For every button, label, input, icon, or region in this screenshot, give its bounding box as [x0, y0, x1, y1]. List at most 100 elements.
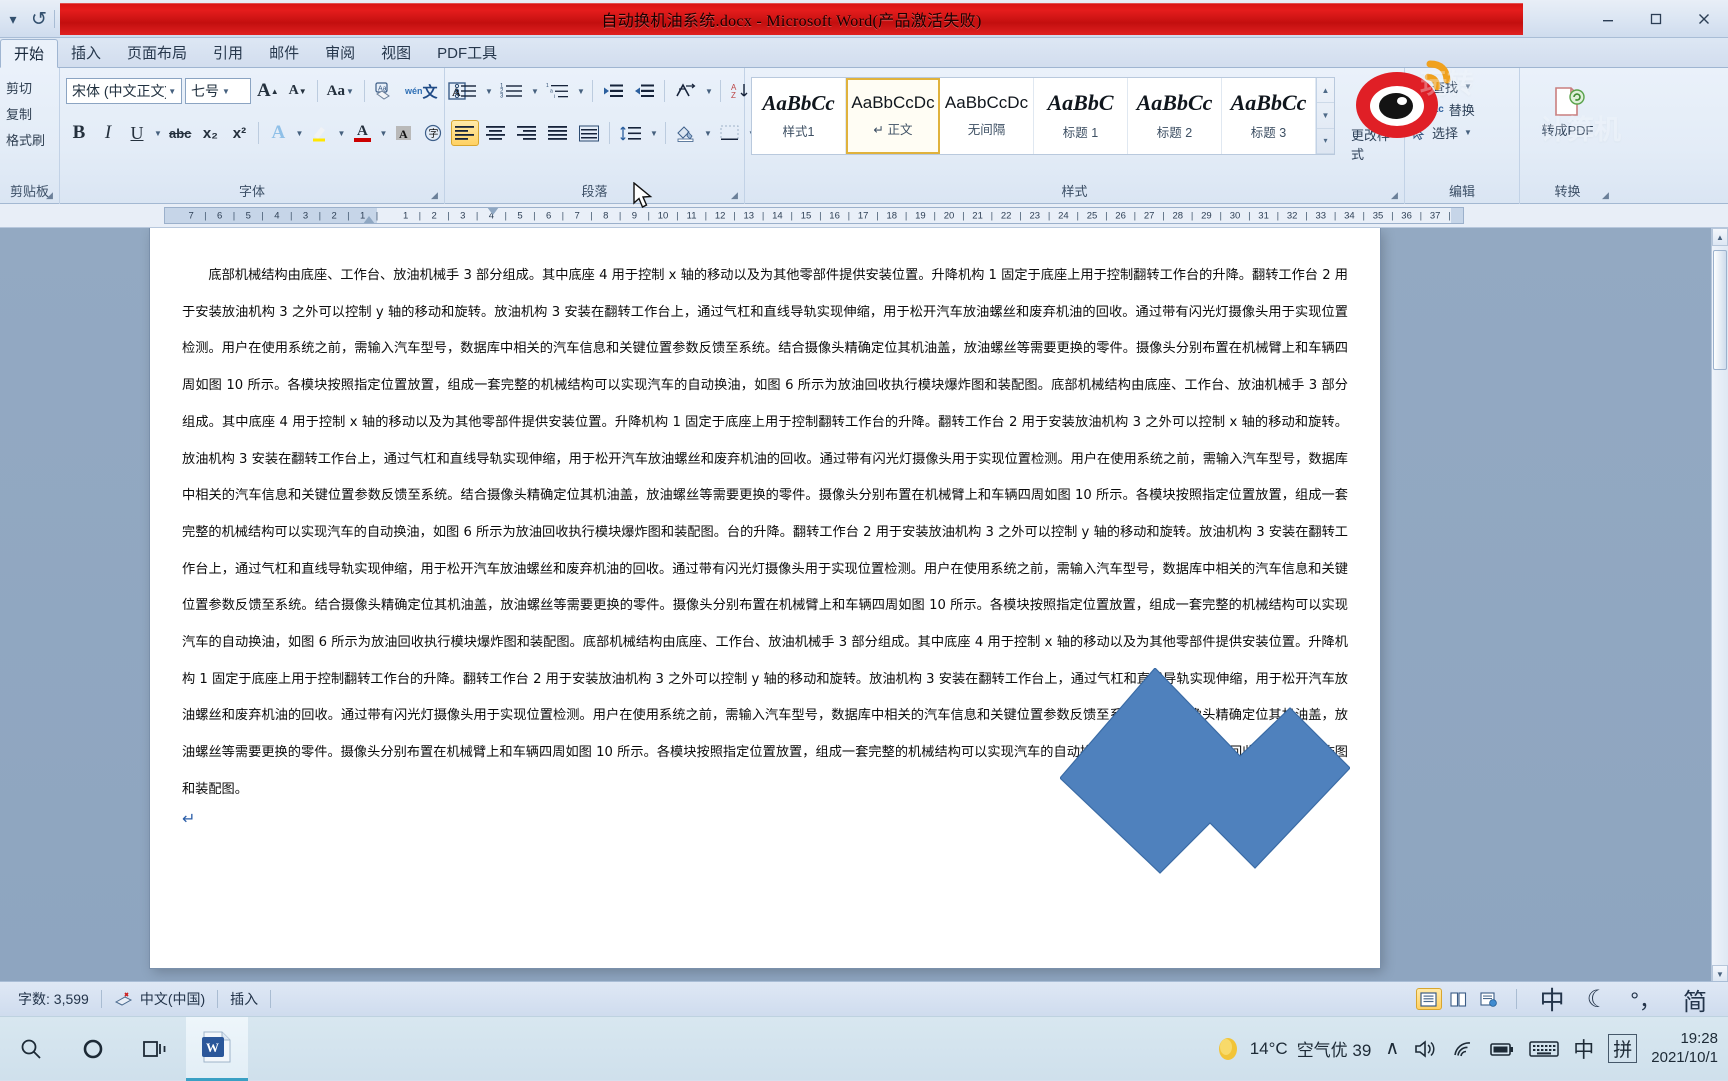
find-button[interactable]: 查找 ▼ — [1411, 77, 1473, 96]
wifi-icon[interactable] — [1451, 1038, 1475, 1060]
shading-chevron-down-icon[interactable]: ▼ — [703, 129, 713, 138]
format-painter-button[interactable]: 格式刷 — [6, 127, 45, 151]
bullets-chevron-down-icon[interactable]: ▼ — [484, 87, 494, 96]
paragraph-dialog-launcher[interactable]: ◢ — [729, 190, 740, 201]
enclose-characters-button[interactable]: 字 — [420, 120, 446, 146]
ime-pinyin-indicator[interactable]: 拼 — [1608, 1034, 1638, 1063]
highlight-chevron-down-icon[interactable]: ▼ — [336, 129, 346, 138]
font-color-button[interactable]: A — [349, 120, 375, 146]
tab-view[interactable]: 视图 — [368, 38, 424, 67]
gallery-scroll-up-icon[interactable]: ▲ — [1317, 78, 1334, 104]
shrink-font-button[interactable]: A ▼ — [285, 78, 311, 104]
multilevel-list-button[interactable]: 1ai — [543, 78, 573, 104]
horizontal-ruler[interactable]: 7 | 6 | 5 | 4 | 3 | 2 | 1 | 1 | 2 | 3 | 4 | 5 | 6 | 7 | 8 | 9 | 10 | 11 | 12… — [164, 207, 1464, 224]
ime-mode-indicator[interactable]: 中 — [1531, 981, 1574, 1017]
replace-button[interactable]: ab→ac 替换 — [1411, 100, 1475, 119]
decrease-indent-button[interactable] — [599, 78, 627, 104]
style-item-0[interactable]: AaBbCc 样式1 — [752, 78, 846, 154]
text-effects-chevron-down-icon[interactable]: ▼ — [294, 129, 304, 138]
taskbar-search-button[interactable] — [0, 1017, 62, 1081]
keyboard-icon[interactable] — [1529, 1039, 1559, 1059]
font-size-combobox[interactable]: 七号 ▼ — [185, 78, 251, 104]
distribute-button[interactable] — [575, 120, 603, 146]
first-line-indent-marker[interactable] — [487, 208, 499, 215]
multilevel-chevron-down-icon[interactable]: ▼ — [576, 87, 586, 96]
ime-script-indicator[interactable]: 简 — [1674, 982, 1716, 1017]
tab-page-layout[interactable]: 页面布局 — [114, 38, 200, 67]
asian-layout-chevron-down-icon[interactable]: ▼ — [704, 87, 714, 96]
taskbar-clock[interactable]: 19:28 2021/10/1 — [1651, 1030, 1718, 1068]
superscript-button[interactable]: x² — [226, 120, 252, 146]
gallery-more-icon[interactable]: ▾ — [1317, 129, 1334, 154]
gallery-scroll-down-icon[interactable]: ▼ — [1317, 103, 1334, 129]
taskbar-word-app[interactable]: W — [186, 1016, 248, 1081]
cut-button[interactable]: 剪切 — [6, 75, 45, 99]
style-item-3[interactable]: AaBbC 标题 1 — [1034, 78, 1128, 154]
word-count-status[interactable]: 字数: 3,599 — [6, 989, 101, 1009]
change-case-button[interactable]: Aa ▼ — [324, 78, 358, 104]
taskbar-task-view-button[interactable] — [124, 1017, 186, 1081]
numbered-list-button[interactable]: 123 — [497, 78, 527, 104]
minimize-button[interactable] — [1584, 3, 1632, 35]
chevron-down-icon[interactable]: ▼ — [166, 87, 179, 96]
clipboard-dialog-launcher[interactable]: ◢ — [44, 190, 55, 201]
undo-icon[interactable]: ↺ — [28, 7, 50, 31]
tray-expand-icon[interactable]: ∧ — [1385, 1037, 1399, 1060]
weather-widget[interactable]: 14°C 空气优 39 — [1215, 1036, 1371, 1062]
web-layout-view-button[interactable] — [1476, 988, 1502, 1010]
asian-layout-button[interactable] — [671, 78, 701, 104]
document-page[interactable]: 底部机械结构由底座、工作台、放油机械手 3 部分组成。其中底座 4 用于控制 x… — [150, 228, 1380, 968]
bold-button[interactable]: B — [66, 120, 92, 146]
underline-button[interactable]: U — [124, 120, 150, 146]
tab-insert[interactable]: 插入 — [58, 38, 114, 67]
style-item-2[interactable]: AaBbCcDc 无间隔 — [940, 78, 1034, 154]
font-dialog-launcher[interactable]: ◢ — [429, 190, 440, 201]
style-item-1[interactable]: AaBbCcDc ↵ 正文 — [846, 78, 940, 154]
grow-font-button[interactable]: A ▲ — [254, 78, 282, 104]
line-spacing-button[interactable] — [616, 120, 646, 146]
qat-left-arrow-icon[interactable]: ▾ — [2, 7, 24, 31]
italic-button[interactable]: I — [95, 120, 121, 146]
style-item-5[interactable]: AaBbCc 标题 3 — [1222, 78, 1316, 154]
select-button[interactable]: 选择 ▼ — [1411, 123, 1473, 142]
language-status[interactable]: 中文(中国) — [102, 989, 217, 1009]
ime-punctuation-icon[interactable]: °， — [1621, 983, 1670, 1015]
document-paragraph[interactable]: 底部机械结构由底座、工作台、放油机械手 3 部分组成。其中底座 4 用于控制 x… — [182, 258, 1348, 809]
tab-review[interactable]: 审阅 — [312, 38, 368, 67]
phonetic-guide-button[interactable]: wén 文 — [402, 78, 441, 104]
print-layout-view-button[interactable] — [1415, 988, 1442, 1010]
full-screen-reading-view-button[interactable] — [1446, 988, 1472, 1010]
hanging-indent-marker[interactable] — [363, 216, 375, 223]
copy-button[interactable]: 复制 — [6, 101, 45, 125]
scrollbar-thumb[interactable] — [1713, 250, 1727, 370]
text-effects-button[interactable]: A — [265, 120, 291, 146]
tab-home[interactable]: 开始 — [0, 39, 59, 68]
increase-indent-button[interactable] — [630, 78, 658, 104]
scroll-up-button[interactable]: ▲ — [1712, 228, 1728, 246]
change-styles-button[interactable]: 更改样式 — [1351, 93, 1398, 163]
battery-icon[interactable] — [1489, 1039, 1515, 1059]
taskbar-cortana-button[interactable] — [62, 1017, 124, 1081]
subscript-button[interactable]: x₂ — [197, 120, 223, 146]
convert-dialog-launcher[interactable]: ◢ — [1600, 190, 1611, 201]
character-shading-button[interactable]: A — [391, 120, 417, 146]
ime-moon-icon[interactable]: ☾ — [1578, 985, 1618, 1014]
font-name-combobox[interactable]: 宋体 (中文正文) ▼ — [66, 78, 182, 104]
bulleted-list-button[interactable] — [451, 78, 481, 104]
insert-mode-status[interactable]: 插入 — [218, 989, 270, 1009]
tab-mailings[interactable]: 邮件 — [256, 38, 312, 67]
justify-button[interactable] — [544, 120, 572, 146]
highlight-color-button[interactable] — [307, 120, 333, 146]
strikethrough-button[interactable]: abc — [166, 120, 194, 146]
clear-formatting-icon[interactable]: Aa — [371, 78, 399, 104]
select-chevron-down-icon[interactable]: ▼ — [1463, 128, 1473, 137]
align-right-button[interactable] — [513, 120, 541, 146]
tab-references[interactable]: 引用 — [200, 38, 256, 67]
shading-button[interactable] — [672, 120, 700, 146]
ime-chinese-indicator[interactable]: 中 — [1573, 1034, 1594, 1064]
volume-icon[interactable] — [1413, 1038, 1437, 1060]
align-left-button[interactable] — [451, 120, 479, 146]
styles-gallery-scroll[interactable]: ▲ ▼ ▾ — [1316, 78, 1334, 154]
font-color-chevron-down-icon[interactable]: ▼ — [378, 129, 388, 138]
maximize-button[interactable] — [1632, 3, 1680, 35]
